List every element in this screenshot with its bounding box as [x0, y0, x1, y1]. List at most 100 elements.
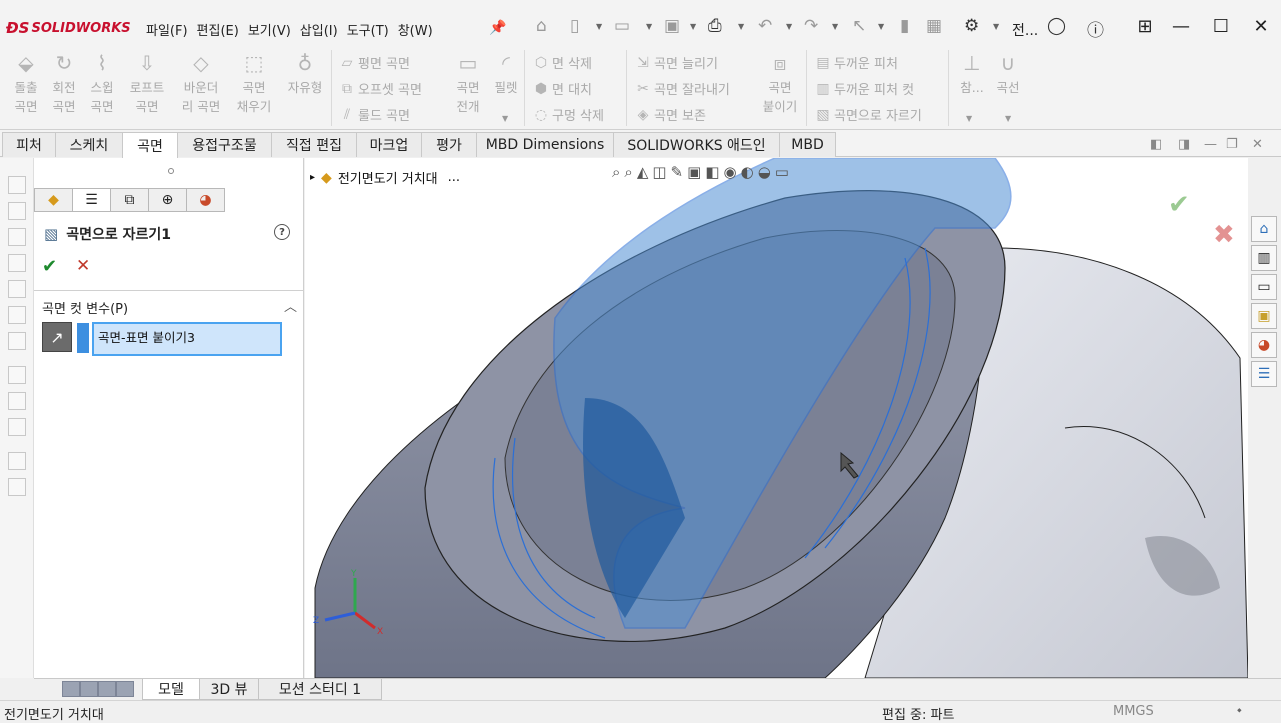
cut-with-surface-button[interactable]: ▧ 곡면으로 자르기	[812, 102, 921, 127]
file-explorer-button[interactable]: ▭	[1251, 274, 1277, 300]
direction-arrow-icon[interactable]: ↗	[42, 322, 72, 352]
doc-close-button[interactable]: ✕	[1252, 137, 1263, 152]
new-document-icon[interactable]: ▯	[570, 16, 579, 36]
menu-edit[interactable]: 편집(E)	[197, 20, 248, 39]
solidworks-resources-button[interactable]: ⌂	[1251, 216, 1277, 242]
help-icon[interactable]: ?	[274, 224, 290, 240]
loft-surface-button[interactable]: ⇩ 로프트 곡면	[124, 48, 170, 116]
trim-surface-button[interactable]: ✂ 곡면 잘라내기	[632, 76, 730, 101]
selection-list[interactable]: 곡면-표면 붙이기3	[92, 322, 282, 356]
zoom-to-fit-icon[interactable]: ⌕	[612, 163, 620, 181]
fill-surface-button[interactable]: ⬚ 곡면 채우기	[232, 48, 276, 116]
thickened-cut-button[interactable]: ▥ 두꺼운 피처 컷	[812, 76, 914, 101]
doc-minimize-button[interactable]: —	[1204, 137, 1217, 152]
panel-handle[interactable]	[168, 168, 174, 174]
traffic-light-icon[interactable]: ▮	[900, 16, 909, 36]
sweep-surface-button[interactable]: ⌇ 스윕 곡면	[80, 48, 124, 116]
chevron-down-icon[interactable]: ▼	[993, 22, 999, 31]
select-arrow-icon[interactable]: ↖	[852, 16, 866, 36]
restore-layout-icon[interactable]: ⊞	[1130, 12, 1160, 40]
boundary-surface-button[interactable]: ◇ 바운더 리 곡면	[178, 48, 224, 116]
tab-direct-editing[interactable]: 직접 편집	[271, 132, 357, 157]
open-folder-icon[interactable]: ▭	[614, 16, 630, 36]
dynamic-annotation-icon[interactable]: ✎	[671, 163, 684, 181]
tab-model[interactable]: 모델	[142, 679, 200, 700]
offset-surface-button[interactable]: ⧉ 오프셋 곡면	[336, 76, 422, 101]
chevron-down-icon[interactable]: ▼	[786, 22, 792, 31]
tool-icon[interactable]	[8, 478, 26, 496]
tab-3d-view[interactable]: 3D 뷰	[199, 679, 259, 700]
dimxpert-manager-tab[interactable]: ⊕	[148, 188, 187, 212]
curves-button[interactable]: ∪ 곡선	[986, 48, 1030, 97]
chevron-down-icon[interactable]: ▼	[878, 22, 884, 31]
section-view-icon[interactable]: ◫	[652, 163, 666, 181]
redo-icon[interactable]: ↷	[804, 16, 818, 36]
extend-surface-button[interactable]: ⇲ 곡면 늘리기	[632, 50, 718, 75]
pin-icon[interactable]: 📌	[489, 20, 506, 36]
ruled-surface-button[interactable]: ⫽ 룰드 곡면	[336, 102, 410, 127]
tab-mbd[interactable]: MBD	[779, 132, 836, 157]
tab-solidworks-addins[interactable]: SOLIDWORKS 애드인	[613, 132, 780, 157]
confirm-cancel-icon[interactable]: ✖	[1213, 220, 1235, 250]
fillet-button[interactable]: ◜ 필렛	[484, 48, 528, 97]
print-icon[interactable]: ⎙	[708, 16, 722, 36]
maximize-button[interactable]: ☐	[1206, 12, 1236, 40]
view-palette-button[interactable]: ▣	[1251, 303, 1277, 329]
view-settings-icon[interactable]: ▭	[775, 163, 789, 181]
solidworks-logo[interactable]: ƉS SOLIDWORKS	[6, 18, 131, 38]
home-icon[interactable]: ⌂	[536, 16, 547, 36]
expand-arrow-icon[interactable]: ▸	[310, 172, 315, 183]
appearances-button[interactable]: ◕	[1251, 332, 1277, 358]
menu-tools[interactable]: 도구(T)	[347, 20, 398, 39]
chevron-down-icon[interactable]: ▼	[596, 22, 602, 31]
tab-motion-study[interactable]: 모션 스터디 1	[258, 679, 382, 700]
user-account-icon[interactable]: ◯	[1047, 16, 1066, 36]
chevron-down-icon[interactable]: ▼	[966, 114, 972, 123]
design-library-button[interactable]: ▥	[1251, 245, 1277, 271]
cancel-button[interactable]: ✕	[76, 256, 90, 276]
menu-file[interactable]: 파일(F)	[146, 20, 197, 39]
selection-item[interactable]: 곡면-표면 붙이기3	[98, 330, 195, 345]
custom-properties-button[interactable]: ☰	[1251, 361, 1277, 387]
thicken-button[interactable]: ▤ 두꺼운 피처	[812, 50, 898, 75]
property-manager-tab[interactable]: ☰	[72, 188, 111, 212]
feature-manager-tab[interactable]: ◆	[34, 188, 73, 212]
status-units[interactable]: MMGS	[1113, 704, 1154, 719]
chevron-up-icon[interactable]: ︿	[284, 296, 297, 315]
knit-surface-button[interactable]: ⧈ 곡면 붙이기	[758, 48, 802, 116]
last-tab-button[interactable]	[116, 681, 134, 697]
zoom-area-icon[interactable]: ⌕	[624, 163, 632, 181]
tool-icon[interactable]	[8, 418, 26, 436]
display-style-icon[interactable]: ◧	[705, 163, 719, 181]
tool-icon[interactable]	[8, 228, 26, 246]
tab-features[interactable]: 피처	[2, 132, 56, 157]
chevron-down-icon[interactable]: ▼	[1005, 114, 1011, 123]
freeform-button[interactable]: ♁ 자유형	[283, 48, 327, 97]
tool-icon[interactable]	[8, 452, 26, 470]
tool-icon[interactable]	[8, 366, 26, 384]
tab-evaluate[interactable]: 평가	[421, 132, 477, 157]
view-orientation-icon[interactable]: ▣	[687, 163, 701, 181]
gear-icon[interactable]: ⚙	[964, 16, 979, 36]
configuration-manager-tab[interactable]: ⧉	[110, 188, 149, 212]
tab-surfaces[interactable]: 곡면	[122, 132, 178, 158]
delete-hole-button[interactable]: ◌ 구멍 삭제	[530, 102, 604, 127]
menu-window[interactable]: 창(W)	[398, 20, 442, 39]
hide-show-icon[interactable]: ◉	[724, 163, 737, 181]
delete-face-button[interactable]: ⬡ 면 삭제	[530, 50, 592, 75]
panel-left-icon[interactable]: ◧	[1150, 137, 1162, 152]
tab-mbd-dimensions[interactable]: MBD Dimensions	[476, 132, 614, 157]
undo-icon[interactable]: ↶	[758, 16, 772, 36]
rebuild-icon[interactable]: ▦	[926, 16, 942, 36]
tool-icon[interactable]	[8, 280, 26, 298]
close-button[interactable]: ✕	[1246, 12, 1276, 40]
previous-view-icon[interactable]: ◭	[637, 163, 649, 181]
planar-surface-button[interactable]: ▱ 평면 곡면	[336, 50, 410, 75]
menu-insert[interactable]: 삽입(I)	[300, 20, 347, 39]
confirm-ok-icon[interactable]: ✔	[1168, 190, 1190, 220]
chevron-down-icon[interactable]: ▼	[646, 22, 652, 31]
tool-icon[interactable]	[8, 176, 26, 194]
replace-face-button[interactable]: ⬢ 면 대치	[530, 76, 592, 101]
feature-tree-flyout[interactable]: ▸ ◆ 전기면도기 거치대 ...	[310, 168, 460, 188]
chevron-down-icon[interactable]: ▼	[832, 22, 838, 31]
